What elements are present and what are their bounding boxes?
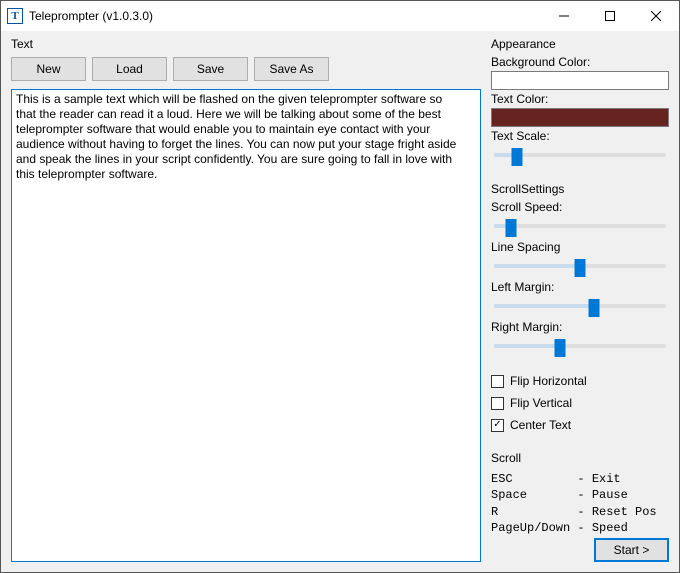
scroll-section-label: Scroll — [491, 451, 669, 465]
center-text-label: Center Text — [510, 418, 571, 432]
file-button-row: New Load Save Save As — [11, 57, 481, 81]
right-margin-slider[interactable] — [491, 336, 669, 358]
scroll-speed-slider[interactable] — [491, 216, 669, 238]
minimize-button[interactable] — [541, 1, 587, 31]
line-spacing-label: Line Spacing — [491, 240, 669, 254]
settings-panel: Appearance Background Color: Text Color:… — [491, 35, 669, 562]
scroll-speed-label: Scroll Speed: — [491, 200, 669, 214]
close-icon — [651, 11, 661, 21]
bg-color-swatch[interactable] — [491, 71, 669, 90]
checkbox-icon: ✓ — [491, 419, 504, 432]
right-margin-label: Right Margin: — [491, 320, 669, 334]
maximize-button[interactable] — [587, 1, 633, 31]
flip-horizontal-checkbox[interactable]: Flip Horizontal — [491, 374, 669, 388]
checkbox-icon — [491, 375, 504, 388]
left-margin-label: Left Margin: — [491, 280, 669, 294]
shortcut-hints: ESC - Exit Space - Pause R - Reset Pos P… — [491, 471, 669, 536]
text-scale-slider[interactable] — [491, 145, 669, 167]
close-button[interactable] — [633, 1, 679, 31]
script-textarea[interactable] — [12, 90, 480, 561]
app-icon: T — [7, 8, 23, 24]
save-button[interactable]: Save — [173, 57, 248, 81]
flip-horizontal-label: Flip Horizontal — [510, 374, 587, 388]
text-panel: Text New Load Save Save As — [11, 35, 481, 562]
checkbox-icon — [491, 397, 504, 410]
maximize-icon — [605, 11, 615, 21]
load-button[interactable]: Load — [92, 57, 167, 81]
appearance-section-label: Appearance — [491, 37, 669, 51]
text-section-label: Text — [11, 37, 481, 51]
start-button[interactable]: Start > — [594, 538, 669, 562]
bg-color-label: Background Color: — [491, 55, 669, 69]
window-title: Teleprompter (v1.0.3.0) — [29, 9, 541, 23]
line-spacing-slider[interactable] — [491, 256, 669, 278]
titlebar: T Teleprompter (v1.0.3.0) — [1, 1, 679, 31]
flip-vertical-label: Flip Vertical — [510, 396, 572, 410]
center-text-checkbox[interactable]: ✓ Center Text — [491, 418, 669, 432]
scrollsettings-section-label: ScrollSettings — [491, 182, 669, 196]
text-color-label: Text Color: — [491, 92, 669, 106]
text-color-swatch[interactable] — [491, 108, 669, 127]
minimize-icon — [559, 11, 569, 21]
text-input-wrap — [11, 89, 481, 562]
save-as-button[interactable]: Save As — [254, 57, 329, 81]
new-button[interactable]: New — [11, 57, 86, 81]
text-scale-label: Text Scale: — [491, 129, 669, 143]
flip-vertical-checkbox[interactable]: Flip Vertical — [491, 396, 669, 410]
left-margin-slider[interactable] — [491, 296, 669, 318]
app-window: T Teleprompter (v1.0.3.0) Text New Load … — [0, 0, 680, 573]
